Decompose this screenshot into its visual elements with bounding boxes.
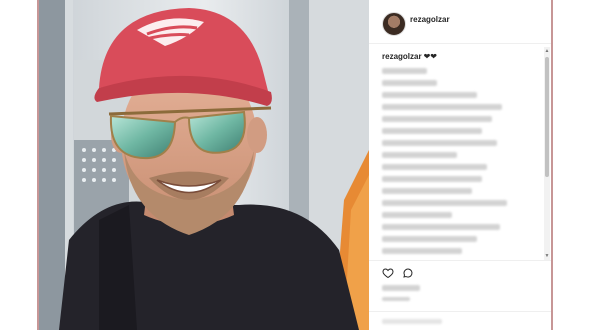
post-sidebar: rezagolzar rezagolzar ❤❤ ▲ ▼ [369,0,551,330]
post-header: rezagolzar [369,0,551,44]
scrollbar-thumb[interactable] [545,57,549,177]
post-actions [369,260,551,331]
add-comment-input[interactable] [382,319,442,324]
caption-hearts: ❤❤ [423,52,437,61]
avatar[interactable] [382,12,406,36]
timestamp-blurred [382,297,410,301]
caption: rezagolzar ❤❤ [382,52,437,61]
scroll-down-icon[interactable]: ▼ [544,252,550,260]
heart-icon[interactable] [382,267,394,279]
caption-username[interactable]: rezagolzar [382,52,422,61]
divider [369,311,551,312]
comment-icon[interactable] [402,267,414,279]
username-link[interactable]: rezagolzar [410,15,450,24]
likes-count-blurred [382,285,420,291]
post-image[interactable] [39,0,369,330]
scroll-up-icon[interactable]: ▲ [544,47,550,55]
selfie-photo [39,0,369,330]
